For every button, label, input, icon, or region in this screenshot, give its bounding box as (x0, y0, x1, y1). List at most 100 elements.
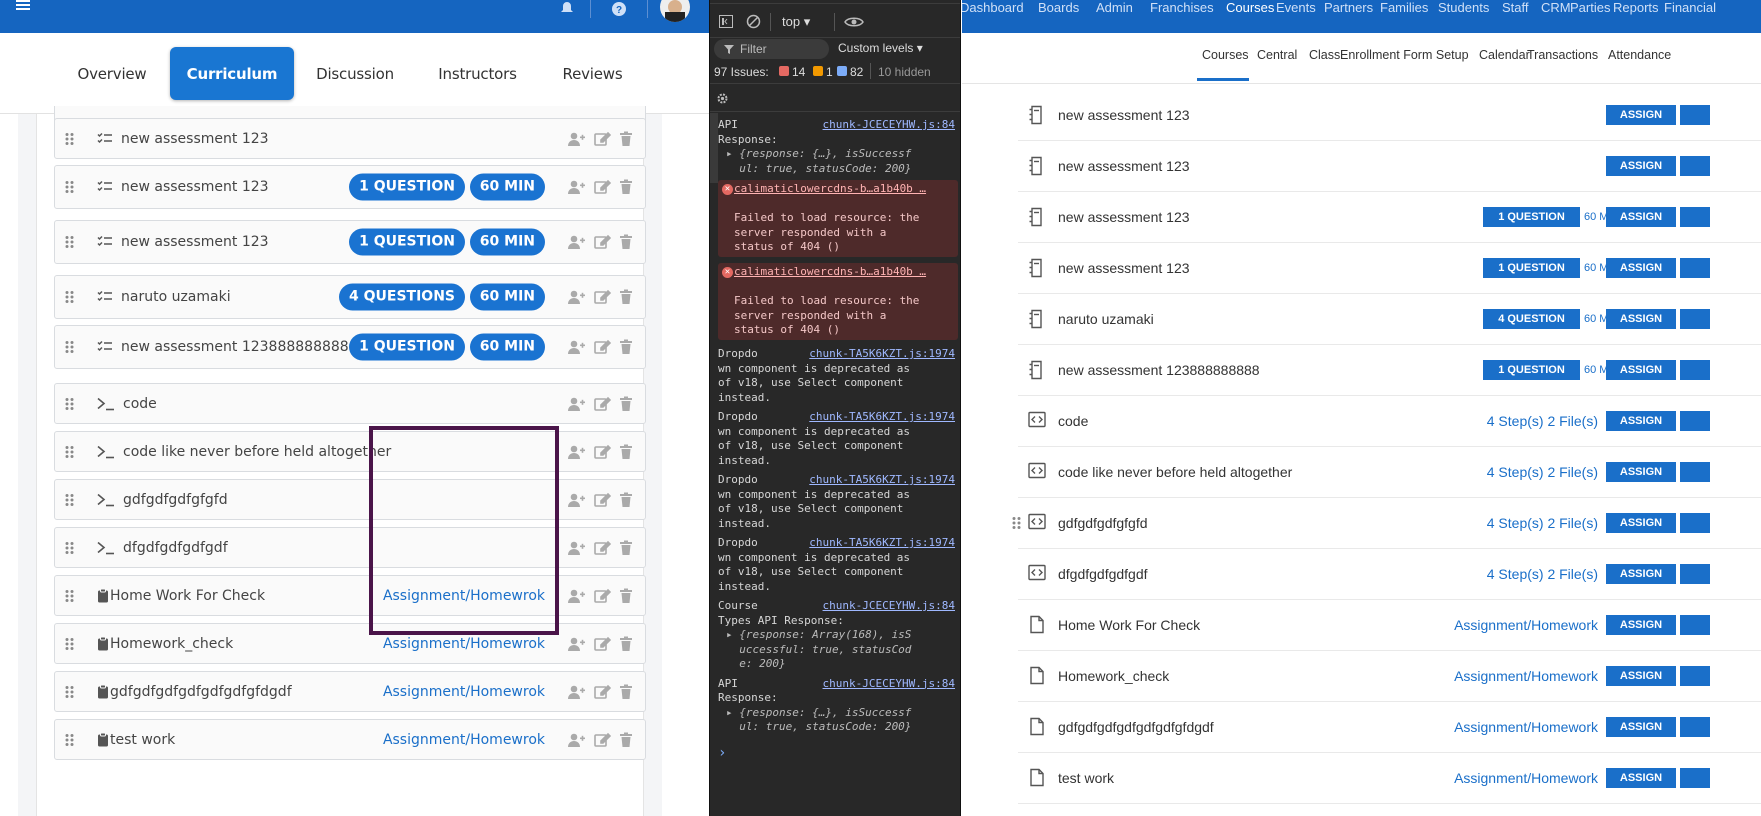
content-row[interactable]: naruto uzamaki 4 QUESTION 60 MIN ASSIGN (1018, 294, 1761, 345)
avatar[interactable] (660, 0, 690, 22)
log-object-preview[interactable]: ▸ {response: {…}, isSuccessf ul: true, s… (718, 706, 960, 735)
secondary-action-button[interactable] (1680, 615, 1710, 635)
eye-icon[interactable] (844, 16, 864, 28)
edit-icon[interactable] (594, 131, 611, 147)
drag-handle-icon[interactable] (65, 733, 74, 746)
delete-icon[interactable] (619, 684, 633, 700)
assignment-type-link[interactable]: Assignment/Homewrok (383, 636, 545, 652)
content-row[interactable]: new assessment 123 ASSIGN (1018, 141, 1761, 192)
edit-icon[interactable] (594, 339, 611, 355)
content-row[interactable]: new assessment 123 1 QUESTION 60 MIN ASSIGN (1018, 192, 1761, 243)
steps-files-link[interactable]: 4 Step(s) 2 File(s) (1487, 464, 1598, 480)
tab-reviews[interactable]: Reviews (550, 47, 635, 100)
content-row[interactable]: test work Assignment/Homework ASSIGN (1018, 753, 1761, 804)
delete-icon[interactable] (619, 234, 633, 250)
content-row[interactable]: dfgdfgdfgdfgdf 4 Step(s) 2 File(s) ASSIGN (1018, 549, 1761, 600)
nav-franchises[interactable]: Franchises (1150, 0, 1214, 15)
nav-events[interactable]: Events (1276, 0, 1316, 15)
content-row[interactable]: new assessment 123 ASSIGN (1018, 90, 1761, 141)
assign-user-icon[interactable] (568, 131, 586, 147)
tab-curriculum[interactable]: Curriculum (170, 47, 294, 100)
nav-crm[interactable]: CRM (1541, 0, 1571, 15)
assign-user-icon[interactable] (568, 492, 586, 508)
assign-button[interactable]: ASSIGN (1606, 462, 1676, 482)
log-object-preview[interactable]: ▸ {response: {…}, isSuccessf ul: true, s… (718, 147, 960, 176)
content-row[interactable]: Homework_check Assignment/Homework ASSIGN (1018, 651, 1761, 702)
steps-files-link[interactable]: 4 Step(s) 2 File(s) (1487, 566, 1598, 582)
context-select[interactable]: top ▾ (782, 14, 810, 30)
log-object-preview[interactable]: ▸ {response: Array(168), isS uccessful: … (718, 628, 960, 672)
assign-button[interactable]: ASSIGN (1606, 105, 1676, 125)
delete-icon[interactable] (619, 492, 633, 508)
delete-icon[interactable] (619, 289, 633, 305)
assign-user-icon[interactable] (568, 444, 586, 460)
drag-handle-icon[interactable] (65, 236, 74, 249)
edit-icon[interactable] (594, 179, 611, 195)
assignment-type-link[interactable]: Assignment/Homework (1454, 668, 1598, 684)
nav-partners[interactable]: Partners (1324, 0, 1373, 15)
drag-handle-icon[interactable] (65, 541, 74, 554)
delete-icon[interactable] (619, 588, 633, 604)
content-row[interactable]: Home Work For Check Assignment/Homework AS… (1018, 600, 1761, 651)
steps-files-link[interactable]: 4 Step(s) 2 File(s) (1487, 515, 1598, 531)
nav-parties[interactable]: Parties (1570, 0, 1610, 15)
nav-families[interactable]: Families (1380, 0, 1428, 15)
delete-icon[interactable] (619, 131, 633, 147)
assign-user-icon[interactable] (568, 289, 586, 305)
content-row[interactable]: code 4 Step(s) 2 File(s) ASSIGN (1018, 396, 1761, 447)
edit-icon[interactable] (594, 396, 611, 412)
edit-icon[interactable] (594, 588, 611, 604)
drag-handle-icon[interactable] (65, 685, 74, 698)
subnav-enrollment-form-setup[interactable]: Enrollment Form Setup (1340, 48, 1469, 62)
drag-handle-icon[interactable] (65, 132, 74, 145)
log-source-link[interactable]: chunk-TA5K6KZT.js:1974 (809, 536, 955, 551)
content-row[interactable]: new assessment 123888888888 1 QUESTION 60 … (1018, 345, 1761, 396)
secondary-action-button[interactable] (1680, 207, 1710, 227)
bell-icon[interactable] (560, 1, 574, 15)
assign-button[interactable]: ASSIGN (1606, 258, 1676, 278)
edit-icon[interactable] (594, 289, 611, 305)
edit-icon[interactable] (594, 234, 611, 250)
subnav-attendance[interactable]: Attendance (1608, 48, 1671, 62)
secondary-action-button[interactable] (1680, 411, 1710, 431)
nav-boards[interactable]: Boards (1038, 0, 1079, 15)
scrollbar[interactable] (710, 113, 718, 183)
delete-icon[interactable] (619, 540, 633, 556)
secondary-action-button[interactable] (1680, 258, 1710, 278)
curriculum-item[interactable]: test work Assignment/Homewrok (54, 719, 646, 760)
drag-handle-icon[interactable] (65, 493, 74, 506)
secondary-action-button[interactable] (1680, 360, 1710, 380)
assign-button[interactable]: ASSIGN (1606, 717, 1676, 737)
secondary-action-button[interactable] (1680, 513, 1710, 533)
assign-user-icon[interactable] (568, 588, 586, 604)
assignment-type-link[interactable]: Assignment/Homework (1454, 770, 1598, 786)
assign-button[interactable]: ASSIGN (1606, 615, 1676, 635)
nav-reports[interactable]: Reports (1613, 0, 1659, 15)
log-source-link[interactable]: chunk-TA5K6KZT.js:1974 (809, 410, 955, 425)
curriculum-item[interactable]: naruto uzamaki 4 QUESTIONS 60 MIN (54, 275, 646, 319)
assignment-type-link[interactable]: Assignment/Homework (1454, 617, 1598, 633)
drag-handle-icon[interactable] (65, 291, 74, 304)
assign-button[interactable]: ASSIGN (1606, 360, 1676, 380)
assign-button[interactable]: ASSIGN (1606, 768, 1676, 788)
delete-icon[interactable] (619, 636, 633, 652)
nav-financial[interactable]: Financial (1664, 0, 1716, 15)
secondary-action-button[interactable] (1680, 309, 1710, 329)
edit-icon[interactable] (594, 444, 611, 460)
subnav-courses[interactable]: Courses (1202, 48, 1249, 62)
error-source-link[interactable]: calimaticlowercdns-b…a1b40b … (734, 182, 926, 195)
clear-console-icon[interactable] (746, 14, 761, 29)
content-row[interactable]: code like never before held altogether 4 … (1018, 447, 1761, 498)
secondary-action-button[interactable] (1680, 666, 1710, 686)
steps-files-link[interactable]: 4 Step(s) 2 File(s) (1487, 413, 1598, 429)
delete-icon[interactable] (619, 339, 633, 355)
hidden-count[interactable]: 10 hidden (878, 65, 931, 79)
log-source-link[interactable]: chunk-TA5K6KZT.js:1974 (809, 347, 955, 362)
assign-user-icon[interactable] (568, 339, 586, 355)
issues-warnings[interactable]: 1 (826, 65, 833, 79)
subnav-central[interactable]: Central (1257, 48, 1297, 62)
drag-handle-icon[interactable] (65, 397, 74, 410)
edit-icon[interactable] (594, 540, 611, 556)
assign-button[interactable]: ASSIGN (1606, 156, 1676, 176)
curriculum-item[interactable]: new assessment 123 1 QUESTION 60 MIN (54, 220, 646, 264)
